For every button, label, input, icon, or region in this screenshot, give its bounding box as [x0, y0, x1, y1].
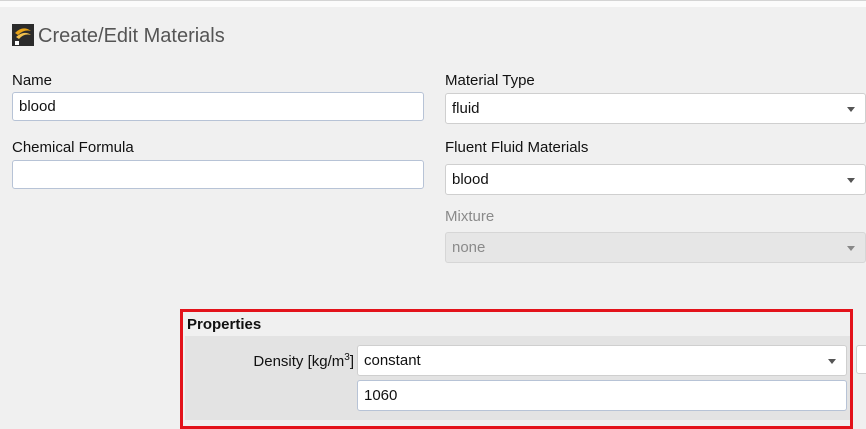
mixture-select: none — [445, 232, 866, 263]
material-type-select[interactable]: fluid — [445, 93, 866, 124]
chevron-down-icon — [847, 246, 855, 251]
window-title: Create/Edit Materials — [38, 25, 225, 47]
fluent-materials-select[interactable]: blood — [445, 164, 866, 195]
highlight-box — [180, 309, 853, 429]
name-label: Name — [12, 72, 53, 89]
chevron-down-icon — [847, 178, 855, 183]
material-type-value: fluid — [452, 100, 480, 117]
mixture-label: Mixture — [445, 208, 495, 225]
top-border — [0, 0, 866, 7]
density-edit-button[interactable] — [856, 345, 866, 374]
fluent-materials-label: Fluent Fluid Materials — [445, 139, 589, 156]
fluent-logo-icon — [12, 24, 34, 46]
name-input[interactable]: blood — [12, 92, 424, 121]
chemical-formula-label: Chemical Formula — [12, 139, 134, 156]
chevron-down-icon — [847, 107, 855, 112]
fluent-materials-value: blood — [452, 171, 489, 188]
chemical-formula-input[interactable] — [12, 160, 424, 189]
material-type-label: Material Type — [445, 72, 535, 89]
mixture-value: none — [452, 239, 486, 256]
